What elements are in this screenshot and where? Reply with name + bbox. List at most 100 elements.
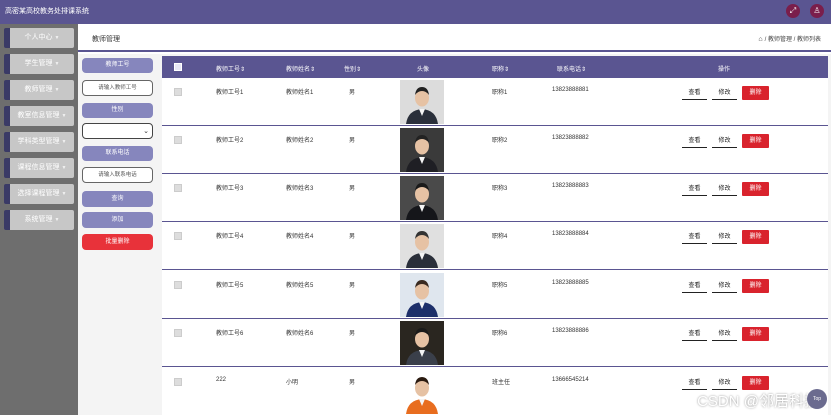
- sidebar-item-courses[interactable]: 课程信息管理 ▼: [4, 158, 74, 178]
- gender-cell: 男: [349, 138, 356, 144]
- view-button[interactable]: 查看: [682, 86, 707, 100]
- teacher-name-cell: 教师姓名5: [286, 283, 314, 289]
- phone-cell: 13823888883: [552, 183, 589, 189]
- teacher-id-input[interactable]: 请输入教师工号: [82, 80, 153, 96]
- breadcrumb: ⌂ / 教师管理 / 教师列表: [758, 36, 821, 43]
- delete-button[interactable]: 删除: [742, 279, 769, 293]
- column-header[interactable]: 联系电话⇕: [557, 64, 586, 73]
- phone-label: 联系电话: [82, 146, 153, 161]
- row-checkbox[interactable]: [174, 232, 182, 240]
- view-button[interactable]: 查看: [682, 279, 707, 293]
- chevron-down-icon: ▼: [54, 87, 60, 93]
- delete-button[interactable]: 删除: [742, 376, 769, 390]
- sidebar-item-subject-types[interactable]: 学科类型管理 ▼: [4, 132, 74, 152]
- page-header: 教师管理 ⌂ / 教师管理 / 教师列表: [78, 24, 831, 52]
- sidebar-item-label: 课程信息管理: [17, 164, 60, 171]
- teacher-id-cell: 教师工号5: [216, 283, 244, 289]
- table-row: 教师工号3 教师姓名3 男 职称3 13823888883 查看 修改 删除: [162, 174, 828, 222]
- scroll-top-button[interactable]: Top: [807, 389, 827, 409]
- view-button[interactable]: 查看: [682, 182, 707, 196]
- avatar: [400, 176, 444, 220]
- gender-cell: 男: [349, 186, 356, 192]
- edit-button[interactable]: 修改: [712, 327, 737, 341]
- edit-button[interactable]: 修改: [712, 134, 737, 148]
- teacher-id-cell: 教师工号1: [216, 90, 244, 96]
- chevron-down-icon: ▼: [54, 35, 60, 41]
- batch-delete-button[interactable]: 批量删除: [82, 234, 153, 250]
- edit-button[interactable]: 修改: [712, 279, 737, 293]
- column-header: 头像: [417, 67, 430, 73]
- phone-cell: 13823888885: [552, 280, 589, 286]
- watermark: CSDN @邻居科技: [697, 393, 819, 410]
- app-title: 高密某高校教务处排课系统: [5, 8, 89, 15]
- page-title: 教师管理: [92, 36, 120, 43]
- row-checkbox[interactable]: [174, 88, 182, 96]
- sidebar-item-course-selection[interactable]: 选择课程管理 ▼: [4, 184, 74, 204]
- home-icon[interactable]: ⌂: [758, 36, 762, 43]
- fullscreen-icon[interactable]: ⤢: [786, 4, 800, 18]
- edit-button[interactable]: 修改: [712, 86, 737, 100]
- title-cell: 职称6: [492, 331, 508, 337]
- avatar: [400, 80, 444, 124]
- title-cell: 职称1: [492, 90, 508, 96]
- sidebar-item-teachers[interactable]: 教师管理 ▼: [4, 80, 74, 100]
- teacher-id-cell: 教师工号2: [216, 138, 244, 144]
- view-button[interactable]: 查看: [682, 376, 707, 390]
- row-checkbox[interactable]: [174, 329, 182, 337]
- column-header[interactable]: 职称⇕: [492, 64, 509, 73]
- delete-button[interactable]: 删除: [742, 327, 769, 341]
- sidebar-item-system[interactable]: 系统管理 ▼: [4, 210, 74, 230]
- row-checkbox[interactable]: [174, 378, 182, 386]
- phone-cell: 13823888882: [552, 135, 589, 141]
- delete-button[interactable]: 删除: [742, 182, 769, 196]
- phone-input[interactable]: 请输入联系电话: [82, 167, 153, 183]
- sidebar-item-label: 选择课程管理: [17, 190, 60, 197]
- row-checkbox[interactable]: [174, 281, 182, 289]
- sidebar-item-label: 教室信息管理: [17, 112, 60, 119]
- teacher-id-cell: 教师工号3: [216, 186, 244, 192]
- user-icon[interactable]: ♙: [810, 4, 824, 18]
- sidebar-item-label: 学生管理: [24, 60, 53, 67]
- phone-cell: 13666545214: [552, 377, 589, 383]
- table-row: 教师工号4 教师姓名4 男 职称4 13823888884 查看 修改 删除: [162, 222, 828, 270]
- delete-button[interactable]: 删除: [742, 134, 769, 148]
- view-button[interactable]: 查看: [682, 134, 707, 148]
- teacher-name-cell: 教师姓名2: [286, 138, 314, 144]
- column-header[interactable]: 性别⇕: [344, 64, 361, 73]
- chevron-down-icon: ⌄: [143, 128, 149, 135]
- gender-cell: 男: [349, 283, 356, 289]
- chevron-down-icon: ▼: [61, 191, 67, 197]
- title-cell: 职称5: [492, 283, 508, 289]
- edit-button[interactable]: 修改: [712, 182, 737, 196]
- edit-button[interactable]: 修改: [712, 376, 737, 390]
- breadcrumb-item[interactable]: 教师管理: [768, 37, 792, 43]
- phone-cell: 13823888884: [552, 231, 589, 237]
- add-button[interactable]: 添加: [82, 212, 153, 228]
- sidebar: 个人中心 ▼ 学生管理 ▼ 教师管理 ▼ 教室信息管理 ▼ 学科类型管理 ▼ 课程信息管理…: [0, 24, 78, 415]
- edit-button[interactable]: 修改: [712, 230, 737, 244]
- select-all-checkbox[interactable]: [174, 63, 182, 71]
- column-header[interactable]: 教师工号⇕: [216, 64, 245, 73]
- view-button[interactable]: 查看: [682, 327, 707, 341]
- view-button[interactable]: 查看: [682, 230, 707, 244]
- sidebar-item-personal-center[interactable]: 个人中心 ▼: [4, 28, 74, 48]
- gender-cell: 男: [349, 90, 356, 96]
- chevron-down-icon: ▼: [54, 217, 60, 223]
- avatar: [400, 224, 444, 268]
- gender-select[interactable]: ⌄: [82, 123, 153, 139]
- sidebar-item-classrooms[interactable]: 教室信息管理 ▼: [4, 106, 74, 126]
- title-cell: 班主任: [492, 380, 511, 386]
- query-button[interactable]: 查询: [82, 191, 153, 207]
- teacher-table: 教师工号⇕ 教师姓名⇕ 性别⇕ 头像 职称⇕ 联系电话⇕ 操作 教师工号1 教师姓…: [162, 56, 828, 415]
- teacher-name-cell: 教师姓名3: [286, 186, 314, 192]
- table-row: 教师工号1 教师姓名1 男 职称1 13823888881 查看 修改 删除: [162, 78, 828, 126]
- delete-button[interactable]: 删除: [742, 86, 769, 100]
- title-cell: 职称2: [492, 138, 508, 144]
- teacher-id-cell: 教师工号4: [216, 234, 244, 240]
- delete-button[interactable]: 删除: [742, 230, 769, 244]
- column-header[interactable]: 教师姓名⇕: [286, 64, 315, 73]
- chevron-down-icon: ▼: [61, 113, 67, 119]
- row-checkbox[interactable]: [174, 184, 182, 192]
- sidebar-item-students[interactable]: 学生管理 ▼: [4, 54, 74, 74]
- row-checkbox[interactable]: [174, 136, 182, 144]
